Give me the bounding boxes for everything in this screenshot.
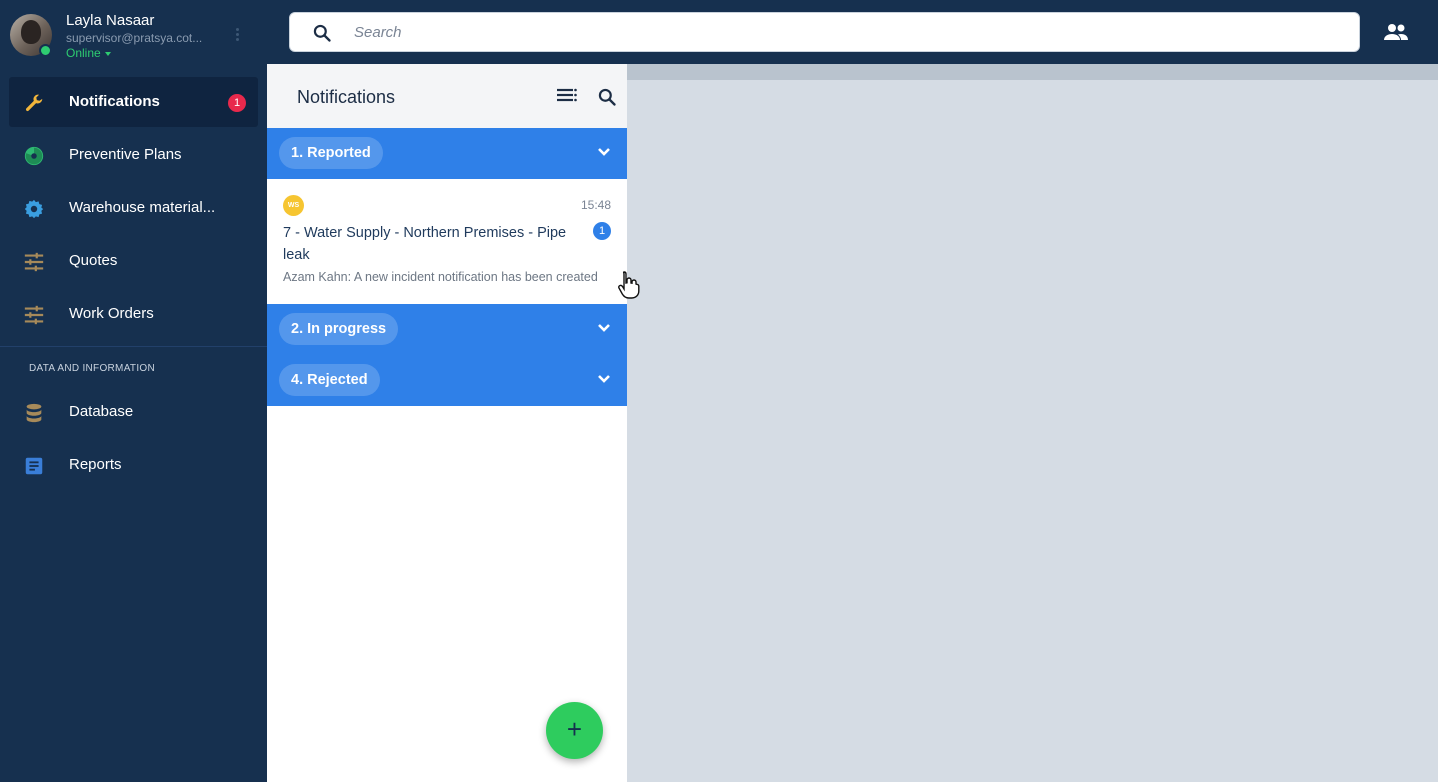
sidebar-item-label: Work Orders bbox=[69, 305, 154, 322]
sidebar-item-notifications[interactable]: Notifications 1 bbox=[9, 77, 258, 127]
notification-card[interactable]: WS 15:48 7 - Water Supply - Northern Pre… bbox=[267, 179, 627, 304]
user-name: Layla Nasaar bbox=[66, 12, 155, 29]
notification-count-badge: 1 bbox=[228, 94, 246, 112]
sidebar-item-label: Preventive Plans bbox=[69, 146, 182, 163]
hand-cursor-icon bbox=[618, 271, 640, 299]
group-rejected[interactable]: 4. Rejected bbox=[267, 355, 627, 406]
section-label: DATA AND INFORMATION bbox=[29, 363, 156, 374]
wrench-icon bbox=[25, 94, 43, 112]
sidebar-item-preventive-plans[interactable]: Preventive Plans bbox=[9, 130, 258, 180]
online-status-dot bbox=[39, 44, 52, 57]
notification-title: 7 - Water Supply - Northern Premises - P… bbox=[283, 225, 567, 263]
filter-list-icon[interactable] bbox=[557, 87, 577, 105]
notification-time: 15:48 bbox=[580, 198, 611, 212]
status-label: Online bbox=[66, 46, 101, 60]
group-reported[interactable]: 1. Reported bbox=[267, 128, 627, 179]
sidebar-item-reports[interactable]: Reports bbox=[9, 440, 258, 490]
panel-title: Notifications bbox=[297, 87, 396, 107]
add-notification-button[interactable]: + bbox=[546, 702, 603, 759]
people-icon[interactable] bbox=[1383, 22, 1409, 42]
search-icon bbox=[313, 24, 331, 42]
sidebar-item-warehouse[interactable]: Warehouse material... bbox=[9, 183, 258, 233]
global-search bbox=[289, 12, 1360, 52]
chevron-down-icon bbox=[598, 375, 610, 383]
chevron-down-icon bbox=[598, 148, 610, 156]
sidebar-item-work-orders[interactable]: Work Orders bbox=[9, 289, 258, 339]
group-label: 4. Rejected bbox=[279, 364, 380, 396]
category-avatar: WS bbox=[283, 195, 304, 216]
search-icon[interactable] bbox=[597, 87, 617, 107]
sidebar-divider bbox=[0, 346, 267, 347]
sidebar-item-database[interactable]: Database bbox=[9, 387, 258, 437]
sidebar-item-label: Reports bbox=[69, 456, 122, 473]
panel-header: Notifications bbox=[267, 64, 627, 128]
search-input[interactable] bbox=[354, 13, 1334, 51]
top-bar: Layla Nasaar supervisor@pratsya.cot... O… bbox=[0, 0, 1438, 64]
unread-count-badge: 1 bbox=[593, 222, 611, 240]
sidebar-item-label: Notifications bbox=[69, 93, 160, 110]
detail-area bbox=[627, 80, 1438, 782]
gear-icon bbox=[24, 199, 44, 219]
group-label: 2. In progress bbox=[279, 313, 399, 345]
notifications-panel: Notifications 1. Reported WS 15:48 7 - W… bbox=[267, 64, 627, 782]
caret-down-icon bbox=[104, 51, 111, 56]
sliders-icon bbox=[24, 305, 44, 325]
user-profile[interactable]: Layla Nasaar supervisor@pratsya.cot... O… bbox=[10, 10, 260, 60]
content-header-strip bbox=[627, 64, 1438, 80]
group-label: 1. Reported bbox=[279, 137, 383, 169]
database-icon bbox=[26, 403, 42, 423]
sidebar: Notifications 1 Preventive Plans Warehou… bbox=[0, 64, 267, 782]
notification-preview: Azam Kahn: A new incident notification h… bbox=[283, 270, 598, 284]
sidebar-item-label: Warehouse material... bbox=[69, 199, 216, 216]
sidebar-item-label: Quotes bbox=[69, 252, 118, 269]
kebab-menu-icon[interactable] bbox=[232, 26, 242, 46]
user-email: supervisor@pratsya.cot... bbox=[66, 31, 203, 45]
group-in-progress[interactable]: 2. In progress bbox=[267, 304, 627, 355]
chevron-down-icon bbox=[598, 324, 610, 332]
sliders-icon bbox=[24, 252, 44, 272]
pie-chart-icon bbox=[24, 146, 44, 166]
document-icon bbox=[25, 457, 43, 475]
sidebar-item-label: Database bbox=[69, 403, 134, 420]
sidebar-item-quotes[interactable]: Quotes bbox=[9, 236, 258, 286]
status-dropdown[interactable]: Online bbox=[66, 46, 111, 60]
